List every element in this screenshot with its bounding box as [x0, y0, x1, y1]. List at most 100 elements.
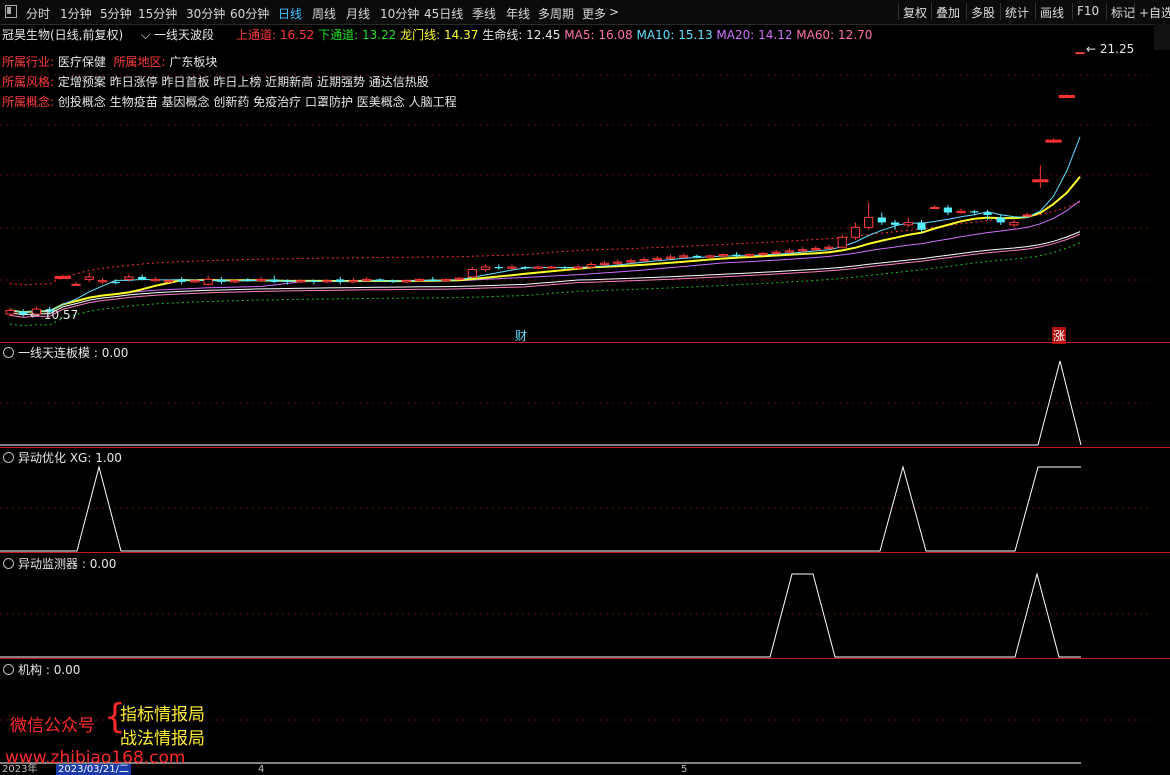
up-candle: [203, 278, 213, 285]
collapse-icon[interactable]: [3, 452, 14, 463]
life-line-label: 生命线:: [482, 28, 523, 42]
up-candle: [771, 251, 781, 254]
indicator-name: 一线天波段: [153, 28, 214, 42]
toolbar-button-0[interactable]: 复权: [903, 3, 927, 22]
down-candle: [983, 212, 992, 215]
up-candle: [930, 207, 940, 210]
down-candle: [970, 211, 979, 213]
toolbar-button-3[interactable]: 统计: [1005, 3, 1029, 22]
down-candle: [388, 280, 398, 282]
kline-chart[interactable]: [0, 24, 1170, 775]
period-tab-13[interactable]: 多周期: [538, 5, 574, 22]
down-candle: [943, 207, 952, 213]
period-tab-1[interactable]: 1分钟: [60, 5, 92, 22]
period-tab-11[interactable]: 季线: [472, 5, 496, 22]
ma20-line: [9, 200, 1081, 313]
life-line-value: 12.45: [526, 28, 561, 42]
up-candle: [745, 254, 755, 257]
high-price-label: ← 21.25: [1086, 42, 1135, 56]
lower-channel-value: 13.22: [361, 28, 397, 42]
period-tab-7[interactable]: 周线: [312, 5, 336, 22]
up-candle: [573, 266, 583, 269]
collapse-icon[interactable]: [3, 558, 14, 569]
period-tab-5[interactable]: 60分钟: [230, 5, 269, 22]
ma60-value: 12.70: [838, 28, 873, 42]
down-candle: [309, 280, 318, 282]
up-candle: [956, 210, 966, 213]
period-tab-9[interactable]: 10分钟: [380, 5, 419, 22]
up-candle: [229, 280, 240, 283]
period-tab-12[interactable]: 年线: [506, 5, 530, 22]
toolbar-button-6[interactable]: 标记: [1111, 3, 1135, 22]
ma20-label: MA20:: [716, 28, 755, 42]
up-candle: [811, 247, 821, 251]
period-tab-3[interactable]: 15分钟: [138, 5, 177, 22]
up-candle: [84, 276, 94, 280]
cursor-date: 2023/03/21/二: [56, 764, 132, 775]
panel-4-name: 机构: [18, 663, 43, 677]
chevron-right-icon[interactable]: >: [609, 5, 619, 19]
up-candle: [665, 256, 676, 259]
down-candle: [243, 279, 252, 281]
collapse-icon[interactable]: [3, 347, 14, 358]
watermark-line2: 战法情报局: [120, 729, 205, 749]
toolbar-button-2[interactable]: 多股: [971, 3, 995, 22]
up-candle: [507, 266, 517, 269]
up-candle: [533, 266, 543, 269]
down-candle: [428, 279, 437, 281]
up-candle: [296, 280, 306, 283]
up-candle: [824, 246, 834, 249]
down-candle: [692, 255, 702, 258]
low-price-value: 10.57: [43, 308, 79, 322]
toolbar-button-7[interactable]: +自选: [1139, 3, 1170, 22]
indicator-values: 上通道: 16.52 下通道: 13.22 龙门线: 14.37 生命线: 12…: [236, 26, 872, 43]
indicator-selector[interactable]: ⌵ 一线天波段: [141, 26, 214, 43]
industry-row: 所属行业: 医疗保健 所属地区: 广东板块: [2, 53, 217, 70]
ma60-line: [9, 233, 1081, 318]
panel-divider: [0, 447, 1170, 448]
panel-title-4[interactable]: 机构 : 0.00: [3, 661, 80, 678]
toolbar-separator: [1106, 3, 1107, 20]
up-candle: [837, 236, 847, 248]
down-candle: [560, 267, 569, 269]
up-candle: [718, 254, 728, 257]
period-tab-8[interactable]: 月线: [346, 5, 370, 22]
ma10-label: MA10:: [636, 28, 675, 42]
period-toolbar: 分时 1分钟 5分钟 15分钟 30分钟 60分钟 日线 周线 月线 10分钟 45日线 季线 年线 多周…: [0, 0, 1170, 25]
up-candle: [414, 278, 425, 282]
date-month-5: 5: [681, 764, 688, 775]
up-candle: [163, 280, 174, 283]
panel-divider: [0, 552, 1170, 553]
scroll-up-button[interactable]: [1154, 24, 1170, 50]
toolbar-separator: [1072, 3, 1073, 20]
high-price-value: 21.25: [1099, 42, 1135, 56]
up-candle: [639, 259, 649, 262]
limit-up-candle: [1032, 179, 1049, 183]
collapse-icon[interactable]: [3, 664, 14, 675]
dragon-line-label: 龙门线:: [400, 28, 441, 42]
up-candle: [586, 264, 596, 268]
panel-title-3[interactable]: 异动监测器 : 0.00: [3, 555, 116, 572]
period-tab-10[interactable]: 45日线: [424, 5, 463, 22]
region-label: 所属地区:: [113, 55, 166, 69]
toolbar-button-5[interactable]: F10: [1077, 3, 1099, 19]
toolbar-button-4[interactable]: 画线: [1040, 3, 1064, 22]
toolbar-separator: [1035, 3, 1036, 20]
period-tab-2[interactable]: 5分钟: [100, 5, 132, 22]
up-candle: [322, 280, 332, 283]
period-tab-14[interactable]: 更多: [582, 5, 606, 22]
up-candle: [71, 283, 81, 286]
watermark-line1: 指标情报局: [120, 705, 205, 725]
period-tab-0[interactable]: 分时: [26, 5, 50, 22]
window-icon[interactable]: [5, 5, 17, 18]
toolbar-button-1[interactable]: 叠加: [936, 3, 960, 22]
panel-title-2[interactable]: 异动优化 XG: 1.00: [3, 449, 122, 466]
toolbar-separator: [931, 3, 932, 20]
period-tab-6[interactable]: 日线: [278, 5, 302, 22]
concept-label: 所属概念:: [2, 95, 55, 109]
panel-title-1[interactable]: 一线天连板模 : 0.00: [3, 344, 128, 361]
up-candle: [124, 276, 134, 280]
period-tab-4[interactable]: 30分钟: [186, 5, 225, 22]
lower-channel-line: [9, 242, 1081, 327]
toolbar-separator: [898, 3, 899, 20]
